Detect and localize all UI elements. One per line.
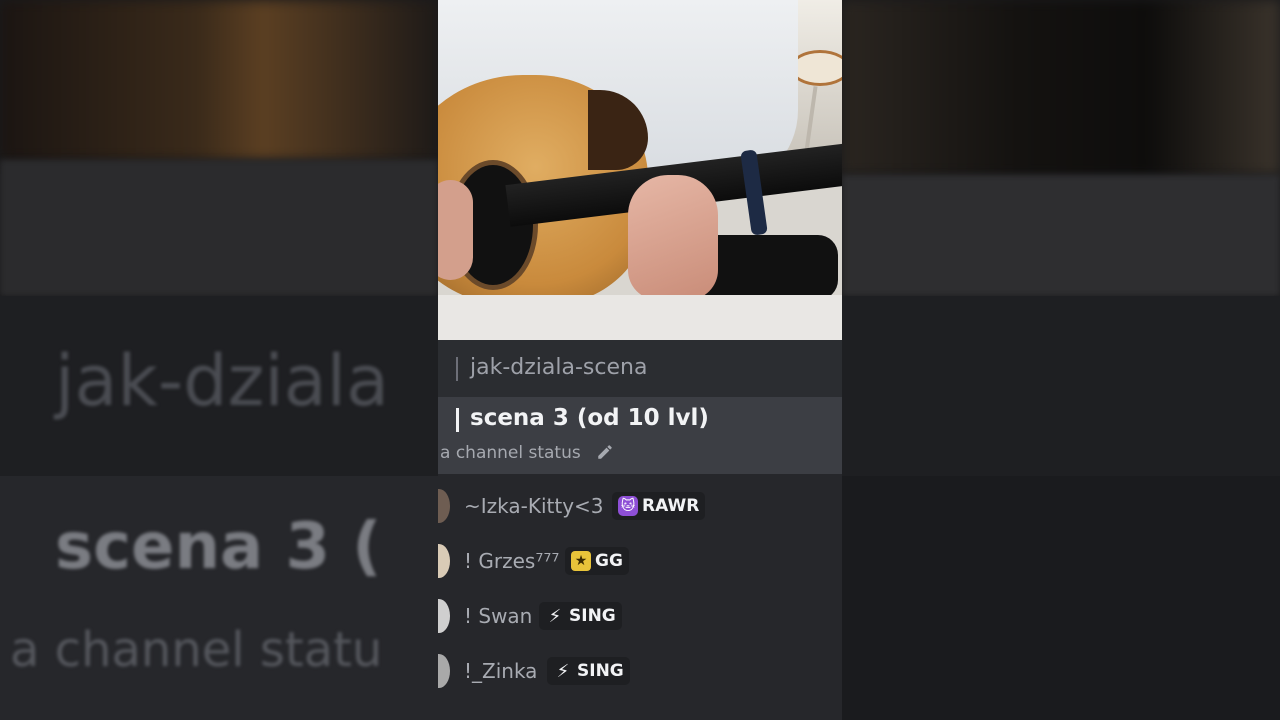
member-tag: 🐱 RAWR <box>612 492 706 520</box>
avatar <box>438 489 450 523</box>
member-tag-label: GG <box>595 551 623 571</box>
channel-name: scena 3 (od 10 lvl) <box>470 405 709 431</box>
member-name: ! Grzes⁷⁷⁷ <box>464 549 560 573</box>
channel-name: jak-dziala-scena <box>470 355 648 380</box>
gg-badge-icon: ★ <box>571 551 591 571</box>
blurred-background-right <box>842 0 1280 720</box>
channel-item-jak-dziala-scena[interactable]: jak-dziala-scena <box>438 340 842 397</box>
member-row[interactable]: ! Grzes⁷⁷⁷ ★ GG <box>438 537 842 585</box>
member-tag-label: SING <box>569 606 616 626</box>
blurred-video-left <box>0 0 438 160</box>
channel-item-scena-3[interactable]: scena 3 (od 10 lvl) a channel status <box>438 397 842 474</box>
member-name: ! Swan <box>464 604 533 628</box>
pencil-icon[interactable] <box>596 443 614 461</box>
guitar-video-frame[interactable] <box>438 0 842 340</box>
ghost-channel-text: jak-dziala <box>55 340 390 422</box>
blurred-wall-left <box>0 160 438 296</box>
member-name: ~Izka-Kitty<3 <box>464 494 604 518</box>
blurred-video-right <box>842 0 1280 175</box>
stage-member-list: ~Izka-Kitty<3 🐱 RAWR ! Grzes⁷⁷⁷ ★ GG ! S… <box>438 474 842 720</box>
lightning-icon: ⚡ <box>556 660 570 682</box>
member-tag: ⚡ SING <box>547 657 630 685</box>
blurred-background-left: jak-dziala scena 3 ( a channel statu <box>0 0 438 720</box>
ghost-stage-text: scena 3 ( <box>55 510 382 584</box>
blurred-wall-right <box>842 175 1280 296</box>
member-tag: ★ GG <box>565 547 629 575</box>
avatar <box>438 599 450 633</box>
member-row[interactable]: !_Zinka ⚡ SING <box>438 647 842 695</box>
member-tag-label: SING <box>577 661 624 681</box>
video-strumming-hand <box>438 180 473 280</box>
blurred-channel-row-right <box>842 296 1280 476</box>
lightning-icon: ⚡ <box>548 605 562 627</box>
member-row[interactable]: ~Izka-Kitty<3 🐱 RAWR <box>438 482 842 530</box>
ghost-status-text: a channel statu <box>10 622 383 678</box>
avatar <box>438 654 450 688</box>
channel-status-placeholder[interactable]: a channel status <box>440 443 581 463</box>
video-floor <box>438 295 842 340</box>
blurred-stage-row-right <box>842 476 1280 720</box>
member-tag: ⚡ SING <box>539 602 622 630</box>
channel-list: jak-dziala-scena scena 3 (od 10 lvl) a c… <box>438 340 842 720</box>
center-panel: jak-dziala-scena scena 3 (od 10 lvl) a c… <box>438 0 842 720</box>
video-fretting-hand <box>628 175 718 300</box>
channel-divider <box>456 408 459 432</box>
avatar <box>438 544 450 578</box>
channel-divider <box>456 357 458 381</box>
member-row[interactable]: ! Swan ⚡ SING <box>438 592 842 640</box>
member-tag-label: RAWR <box>642 496 700 516</box>
cat-face-icon: 🐱 <box>618 496 638 516</box>
member-name: !_Zinka <box>464 659 538 683</box>
